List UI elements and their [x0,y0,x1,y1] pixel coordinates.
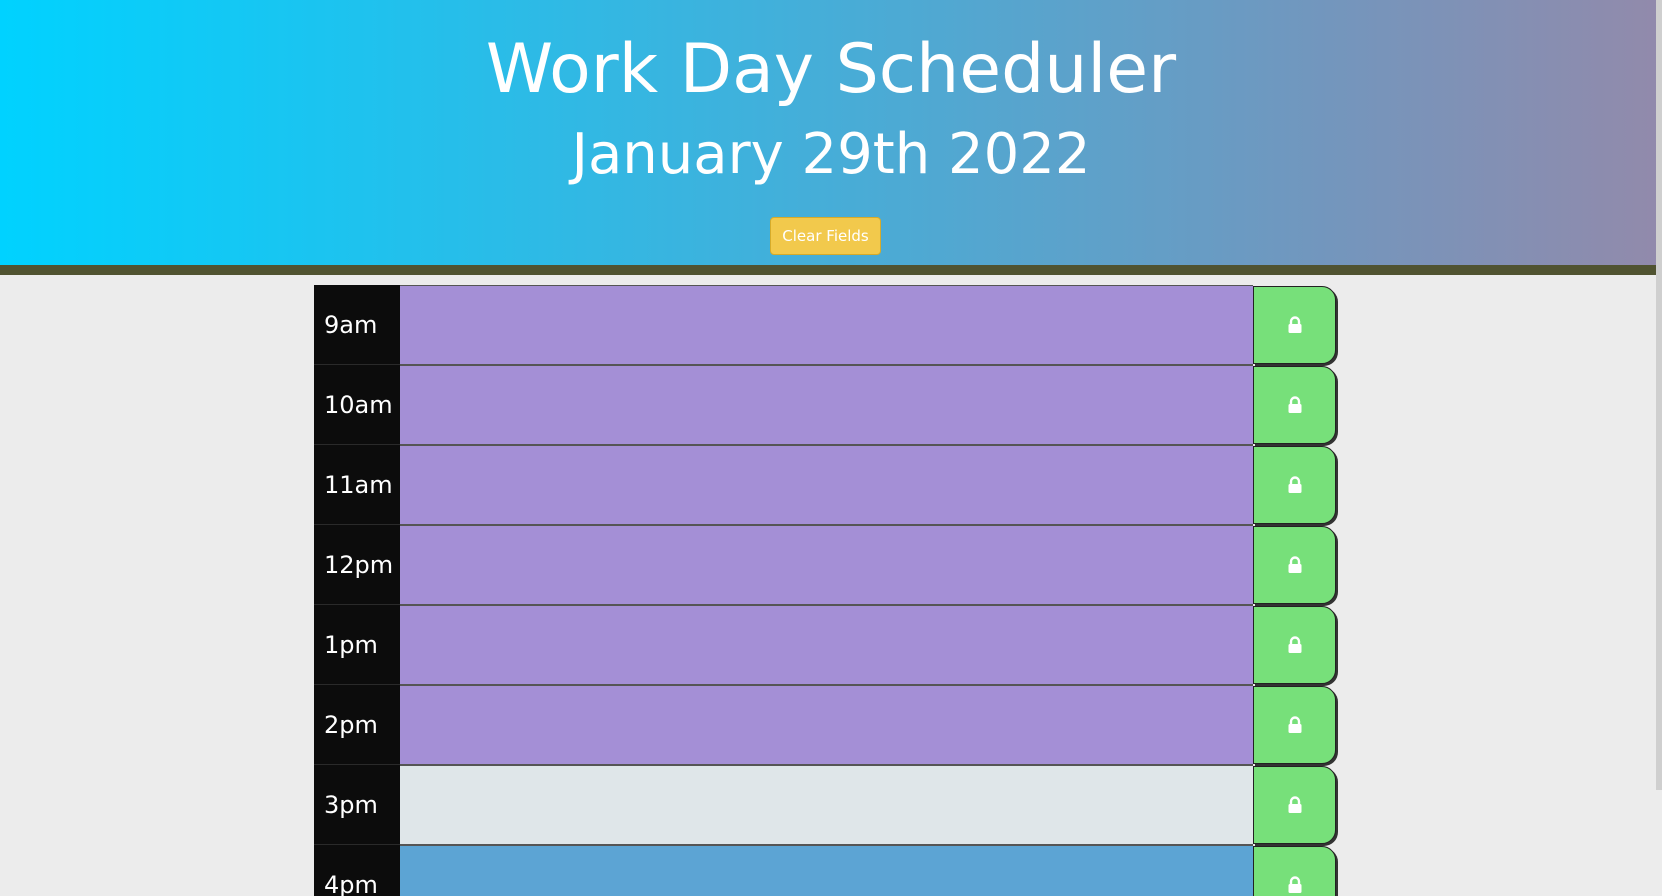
hour-label: 1pm [314,605,400,685]
event-description[interactable] [400,525,1253,605]
hour-label: 3pm [314,765,400,845]
event-description[interactable] [400,765,1253,845]
hour-label: 12pm [314,525,400,605]
hour-label: 9am [314,285,400,365]
page-title: Work Day Scheduler [485,30,1177,109]
time-block: 12pm [314,525,1336,605]
save-button[interactable] [1253,766,1336,844]
lock-icon [1288,396,1301,413]
save-button[interactable] [1253,286,1336,364]
current-date: January 29th 2022 [571,122,1091,187]
event-description[interactable] [400,445,1253,525]
save-button[interactable] [1253,526,1336,604]
time-block: 11am [314,445,1336,525]
event-description[interactable] [400,285,1253,365]
event-description[interactable] [400,845,1253,896]
time-block: 9am [314,285,1336,365]
event-description[interactable] [400,685,1253,765]
time-block: 3pm [314,765,1336,845]
time-block: 1pm [314,605,1336,685]
time-block: 2pm [314,685,1336,765]
hour-label: 10am [314,365,400,445]
time-block: 4pm [314,845,1336,896]
save-button[interactable] [1253,366,1336,444]
save-button[interactable] [1253,446,1336,524]
lock-icon [1288,556,1301,573]
event-description[interactable] [400,365,1253,445]
hour-label: 2pm [314,685,400,765]
lock-icon [1288,796,1301,813]
event-description[interactable] [400,605,1253,685]
header: Work Day Scheduler January 29th 2022 Cle… [0,0,1662,275]
lock-icon [1288,876,1301,893]
save-button[interactable] [1253,686,1336,764]
page: Work Day Scheduler January 29th 2022 Cle… [0,0,1662,896]
lock-icon [1288,636,1301,653]
hour-label: 11am [314,445,400,525]
save-button[interactable] [1253,606,1336,684]
time-block: 10am [314,365,1336,445]
lock-icon [1288,316,1301,333]
schedule: 9am 10am 11am 12pm 1pm 2pm 3pm 4pm [314,285,1336,896]
clear-fields-button[interactable]: Clear Fields [770,217,881,255]
lock-icon [1288,476,1301,493]
scrollbar[interactable] [1656,0,1662,790]
save-button[interactable] [1253,846,1336,896]
hour-label: 4pm [314,845,400,896]
lock-icon [1288,716,1301,733]
